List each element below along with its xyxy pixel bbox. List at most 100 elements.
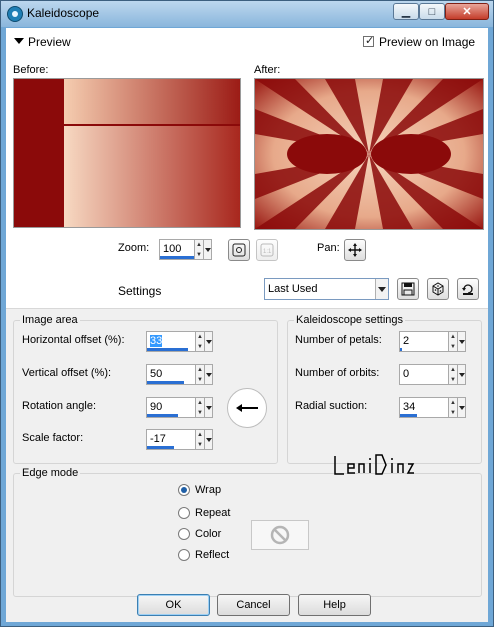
dropdown-arrow-icon[interactable] bbox=[458, 364, 466, 385]
preview-section-label[interactable]: Preview bbox=[28, 35, 71, 49]
dropdown-arrow-icon[interactable] bbox=[458, 331, 466, 352]
preset-value: Last Used bbox=[268, 283, 318, 295]
reset-icon bbox=[462, 284, 473, 295]
window-title: Kaleidoscope bbox=[27, 6, 100, 20]
preset-dropdown-arrow-icon[interactable] bbox=[375, 279, 388, 299]
edge-mode-reflect-label[interactable]: Reflect bbox=[195, 549, 229, 561]
scale-factor-spinner[interactable]: -17 ▲ ▼ bbox=[146, 429, 213, 450]
vertical-offset-spinner[interactable]: 50 ▲ ▼ bbox=[146, 364, 213, 385]
number-of-orbits-field[interactable]: 0 bbox=[399, 364, 449, 385]
dropdown-arrow-icon[interactable] bbox=[205, 364, 213, 385]
title-bar[interactable]: Kaleidoscope ▁ □ ✕ bbox=[1, 1, 493, 27]
number-of-petals-spinner[interactable]: 2 ▲ ▼ bbox=[399, 331, 466, 352]
settings-band: Settings Last Used bbox=[6, 272, 488, 309]
cancel-button[interactable]: Cancel bbox=[217, 594, 290, 616]
edge-mode-title: Edge mode bbox=[20, 467, 81, 479]
zoom-updown-icon[interactable]: ▲ ▼ bbox=[195, 239, 204, 260]
pan-button[interactable] bbox=[344, 239, 366, 261]
randomize-dice-icon bbox=[432, 282, 444, 296]
before-image-graphic bbox=[14, 79, 240, 227]
spin-updown-icon[interactable]: ▲ ▼ bbox=[449, 331, 458, 352]
edge-color-swatch[interactable] bbox=[251, 520, 309, 550]
radial-suction-label: Radial suction: bbox=[295, 400, 368, 412]
watermark-signature bbox=[334, 454, 415, 475]
edge-mode-color-label[interactable]: Color bbox=[195, 528, 221, 540]
save-preset-button[interactable] bbox=[397, 278, 419, 300]
zoom-actual-size-button[interactable]: 1:1 bbox=[256, 239, 278, 261]
zoom-fit-icon bbox=[232, 243, 246, 257]
zoom-spinner[interactable]: 100 ▲ ▼ bbox=[159, 239, 219, 260]
dropdown-arrow-icon[interactable] bbox=[205, 429, 213, 450]
horizontal-offset-spinner[interactable]: 33 ▲ ▼ bbox=[146, 331, 213, 352]
radial-suction-level-bar bbox=[400, 414, 417, 417]
preview-on-image-checkbox[interactable]: ✓ bbox=[363, 35, 375, 47]
after-image-graphic bbox=[255, 79, 483, 229]
horizontal-offset-label: Horizontal offset (%): bbox=[22, 334, 125, 346]
minimize-button[interactable]: ▁ bbox=[393, 3, 419, 20]
image-area-title: Image area bbox=[20, 314, 80, 326]
pan-move-icon bbox=[348, 243, 362, 257]
spin-updown-icon[interactable]: ▲ ▼ bbox=[449, 397, 458, 418]
zoom-fit-button[interactable] bbox=[228, 239, 250, 261]
number-of-petals-level-bar bbox=[400, 348, 402, 351]
zoom-label: Zoom: bbox=[118, 242, 150, 254]
edge-mode-wrap-radio[interactable] bbox=[178, 484, 190, 496]
app-icon bbox=[7, 6, 23, 22]
edge-mode-wrap-label[interactable]: Wrap bbox=[195, 484, 221, 496]
kaleidoscope-settings-title: Kaleidoscope settings bbox=[294, 314, 406, 326]
rotation-angle-level-bar bbox=[147, 414, 178, 417]
ok-button[interactable]: OK bbox=[137, 594, 210, 616]
preset-dropdown[interactable]: Last Used bbox=[264, 278, 389, 300]
spin-updown-icon[interactable]: ▲ ▼ bbox=[196, 331, 205, 352]
radial-suction-spinner[interactable]: 34 ▲ ▼ bbox=[399, 397, 466, 418]
preview-header: Preview ✓ Preview on Image bbox=[6, 28, 488, 54]
svg-text:1:1: 1:1 bbox=[263, 249, 272, 255]
vertical-offset-label: Vertical offset (%): bbox=[22, 367, 112, 379]
pan-label: Pan: bbox=[317, 242, 340, 254]
zoom-level-bar bbox=[160, 256, 194, 259]
actual-size-icon: 1:1 bbox=[260, 243, 274, 257]
after-label: After: bbox=[254, 64, 281, 76]
before-preview-image[interactable] bbox=[13, 78, 241, 228]
edge-mode-color-radio[interactable] bbox=[178, 528, 190, 540]
spin-updown-icon[interactable]: ▲ ▼ bbox=[449, 364, 458, 385]
rotation-arrow-icon bbox=[236, 404, 258, 412]
save-preset-icon bbox=[401, 282, 415, 296]
spin-updown-icon[interactable]: ▲ ▼ bbox=[196, 429, 205, 450]
edge-mode-reflect-radio[interactable] bbox=[178, 549, 190, 561]
horizontal-offset-level-bar bbox=[147, 348, 188, 351]
spin-updown-icon[interactable]: ▲ ▼ bbox=[196, 364, 205, 385]
dropdown-arrow-icon[interactable] bbox=[458, 397, 466, 418]
help-button[interactable]: Help bbox=[298, 594, 371, 616]
preview-on-image-label[interactable]: Preview on Image bbox=[379, 35, 475, 49]
number-of-orbits-label: Number of orbits: bbox=[295, 367, 380, 379]
checkmark-icon: ✓ bbox=[365, 35, 375, 47]
close-button[interactable]: ✕ bbox=[445, 3, 489, 20]
settings-label: Settings bbox=[118, 284, 162, 298]
zoom-dropdown-arrow-icon[interactable] bbox=[204, 239, 212, 260]
edge-mode-repeat-radio[interactable] bbox=[178, 507, 190, 519]
spin-updown-icon[interactable]: ▲ ▼ bbox=[196, 397, 205, 418]
before-label: Before: bbox=[13, 64, 49, 76]
reset-button[interactable] bbox=[457, 278, 479, 300]
preview-area: Before: After: Zoom: 100 ▲ ▼ 1:1 Pan: bbox=[6, 54, 488, 272]
maximize-button[interactable]: □ bbox=[419, 3, 445, 20]
dialog-body: Preview ✓ Preview on Image Before: After… bbox=[6, 28, 488, 622]
edge-mode-group: Edge mode bbox=[13, 467, 482, 597]
rotation-dial[interactable] bbox=[227, 388, 267, 428]
collapse-arrow-icon[interactable] bbox=[14, 38, 24, 44]
dropdown-arrow-icon[interactable] bbox=[205, 331, 213, 352]
edge-mode-repeat-label[interactable]: Repeat bbox=[195, 507, 230, 519]
number-of-petals-label: Number of petals: bbox=[295, 334, 382, 346]
rotation-angle-spinner[interactable]: 90 ▲ ▼ bbox=[146, 397, 213, 418]
dropdown-arrow-icon[interactable] bbox=[205, 397, 213, 418]
randomize-button[interactable] bbox=[427, 278, 449, 300]
after-preview-image[interactable] bbox=[254, 78, 484, 230]
rotation-angle-label: Rotation angle: bbox=[22, 400, 96, 412]
scale-factor-level-bar bbox=[147, 446, 174, 449]
number-of-orbits-spinner[interactable]: 0 ▲ ▼ bbox=[399, 364, 466, 385]
kaleidoscope-dialog: Kaleidoscope ▁ □ ✕ Preview ✓ Preview on … bbox=[0, 0, 494, 627]
vertical-offset-level-bar bbox=[147, 381, 184, 384]
number-of-petals-field[interactable]: 2 bbox=[399, 331, 449, 352]
scale-factor-label: Scale factor: bbox=[22, 432, 84, 444]
